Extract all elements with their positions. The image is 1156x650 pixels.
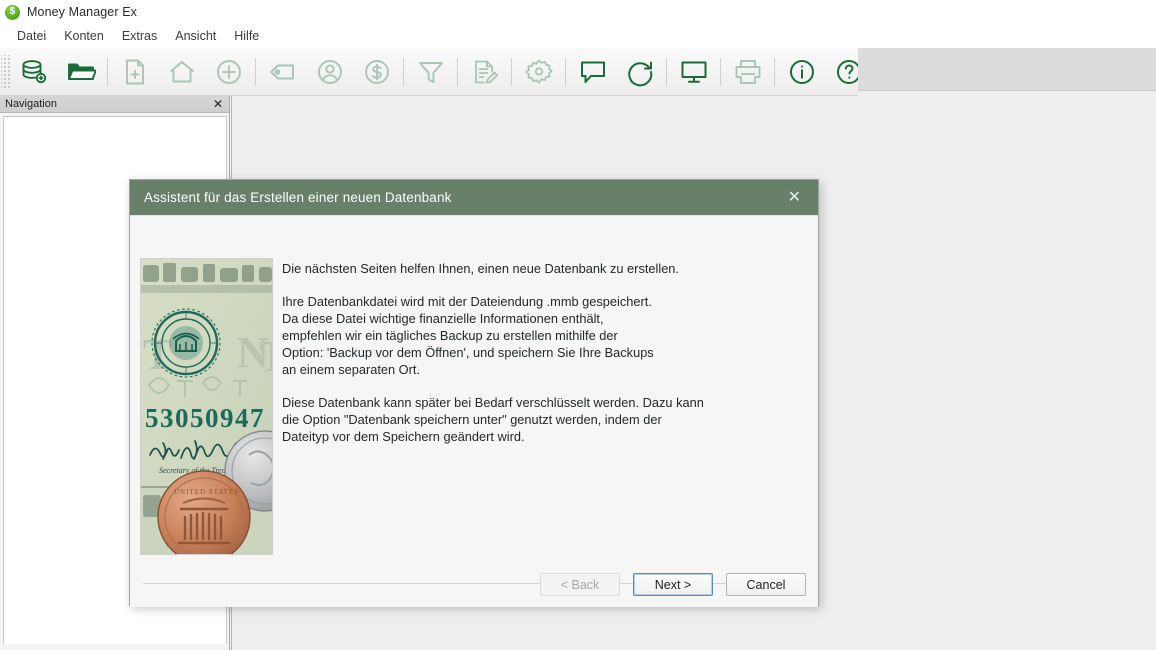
menu-item-hilfe[interactable]: Hilfe [225, 27, 268, 45]
main-toolbar [0, 48, 861, 96]
user-circle-icon[interactable] [306, 49, 353, 95]
info-circle-icon[interactable] [778, 49, 825, 95]
edit-list-icon[interactable] [461, 49, 508, 95]
dialog-title-bar: Assistent für das Erstellen einer neuen … [130, 180, 818, 215]
close-icon[interactable]: ✕ [784, 188, 805, 208]
toolbar-separator [720, 57, 721, 86]
dialog-paragraph-2: Ihre Datenbankdatei wird mit der Dateien… [282, 294, 654, 377]
home-icon[interactable] [158, 49, 205, 95]
toolbar-empty-area [858, 48, 1156, 91]
menu-item-extras[interactable]: Extras [113, 27, 166, 45]
new-database-icon[interactable] [10, 49, 57, 95]
speech-bubble-icon[interactable] [569, 49, 616, 95]
dialog-title: Assistent für das Erstellen einer neuen … [144, 190, 452, 205]
filter-funnel-icon[interactable] [407, 49, 454, 95]
dialog-button-bar: < Back Next > Cancel [540, 573, 806, 596]
dollar-circle-icon[interactable] [353, 49, 400, 95]
svg-text:53050947: 53050947 [145, 403, 265, 433]
next-button[interactable]: Next > [633, 573, 713, 596]
gear-icon[interactable] [515, 49, 562, 95]
toolbar-separator [774, 57, 775, 86]
menu-item-konten[interactable]: Konten [55, 27, 113, 45]
tag-icon[interactable] [259, 49, 306, 95]
navigation-panel-title: Navigation [5, 98, 57, 110]
dialog-body: T N T [130, 215, 818, 607]
toolbar-separator [255, 57, 256, 86]
menu-item-datei[interactable]: Datei [8, 27, 55, 45]
toolbar-drag-handle[interactable] [1, 54, 10, 89]
dialog-paragraph-1: Die nächsten Seiten helfen Ihnen, einen … [282, 261, 679, 276]
toolbar-separator [666, 57, 667, 86]
toolbar-separator [107, 57, 108, 86]
app-logo-icon: $ [5, 4, 20, 20]
cancel-button[interactable]: Cancel [726, 573, 806, 596]
svg-text:UNITED STATES: UNITED STATES [174, 488, 239, 496]
refresh-circle-icon[interactable] [616, 49, 663, 95]
us-currency-photo: T N T [140, 258, 273, 555]
toolbar-separator [511, 57, 512, 86]
window-title: Money Manager Ex [27, 5, 137, 19]
new-document-icon[interactable] [111, 49, 158, 95]
new-database-wizard-dialog: Assistent für das Erstellen einer neuen … [129, 179, 819, 607]
open-folder-icon[interactable] [57, 49, 104, 95]
dialog-description: Die nächsten Seiten helfen Ihnen, einen … [282, 260, 782, 445]
svg-text:T: T [259, 332, 273, 381]
toolbar-separator [457, 57, 458, 86]
application-window: $ Money Manager Ex Datei Konten Extras A… [0, 0, 1156, 650]
window-title-bar: $ Money Manager Ex [0, 0, 1156, 24]
navigation-panel-header: Navigation ✕ [0, 96, 229, 113]
printer-icon[interactable] [724, 49, 771, 95]
add-circle-icon[interactable] [205, 49, 252, 95]
close-icon[interactable]: ✕ [211, 98, 225, 110]
menu-item-ansicht[interactable]: Ansicht [166, 27, 225, 45]
dialog-paragraph-3: Diese Datenbank kann später bei Bedarf v… [282, 395, 704, 444]
toolbar-separator [403, 57, 404, 86]
back-button[interactable]: < Back [540, 573, 620, 596]
toolbar-separator [565, 57, 566, 86]
menu-bar: Datei Konten Extras Ansicht Hilfe [0, 24, 1156, 48]
monitor-icon[interactable] [670, 49, 717, 95]
